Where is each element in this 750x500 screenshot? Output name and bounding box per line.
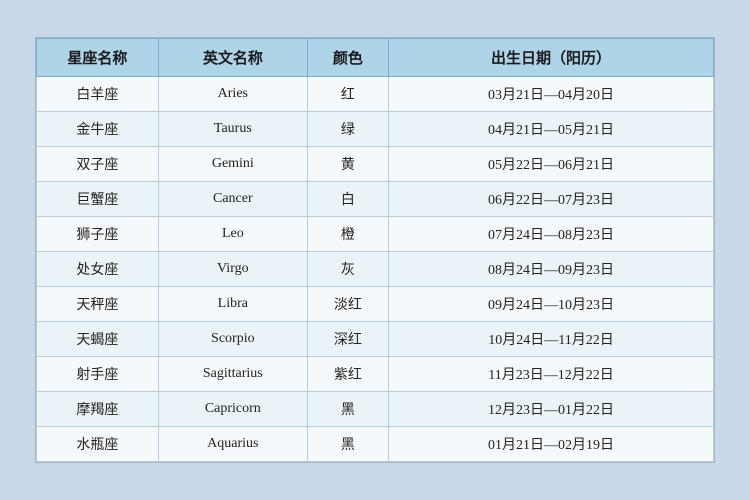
cell-color: 深红 bbox=[307, 322, 388, 357]
table-row: 水瓶座Aquarius黑01月21日—02月19日 bbox=[37, 427, 714, 462]
header-date: 出生日期（阳历） bbox=[389, 39, 714, 77]
cell-color: 黑 bbox=[307, 427, 388, 462]
cell-color: 红 bbox=[307, 77, 388, 112]
cell-date: 09月24日—10月23日 bbox=[389, 287, 714, 322]
cell-color: 灰 bbox=[307, 252, 388, 287]
cell-date: 07月24日—08月23日 bbox=[389, 217, 714, 252]
cell-chinese: 天秤座 bbox=[37, 287, 159, 322]
cell-chinese: 摩羯座 bbox=[37, 392, 159, 427]
cell-english: Aquarius bbox=[158, 427, 307, 462]
cell-english: Aries bbox=[158, 77, 307, 112]
cell-chinese: 射手座 bbox=[37, 357, 159, 392]
cell-chinese: 水瓶座 bbox=[37, 427, 159, 462]
cell-color: 黑 bbox=[307, 392, 388, 427]
table-header-row: 星座名称 英文名称 颜色 出生日期（阳历） bbox=[37, 39, 714, 77]
cell-chinese: 双子座 bbox=[37, 147, 159, 182]
cell-chinese: 白羊座 bbox=[37, 77, 159, 112]
cell-english: Capricorn bbox=[158, 392, 307, 427]
cell-english: Cancer bbox=[158, 182, 307, 217]
cell-chinese: 处女座 bbox=[37, 252, 159, 287]
cell-color: 橙 bbox=[307, 217, 388, 252]
header-chinese: 星座名称 bbox=[37, 39, 159, 77]
cell-english: Taurus bbox=[158, 112, 307, 147]
cell-english: Virgo bbox=[158, 252, 307, 287]
cell-english: Leo bbox=[158, 217, 307, 252]
table-row: 摩羯座Capricorn黑12月23日—01月22日 bbox=[37, 392, 714, 427]
table-row: 巨蟹座Cancer白06月22日—07月23日 bbox=[37, 182, 714, 217]
zodiac-table: 星座名称 英文名称 颜色 出生日期（阳历） 白羊座Aries红03月21日—04… bbox=[36, 38, 714, 462]
cell-date: 08月24日—09月23日 bbox=[389, 252, 714, 287]
table-row: 白羊座Aries红03月21日—04月20日 bbox=[37, 77, 714, 112]
cell-date: 12月23日—01月22日 bbox=[389, 392, 714, 427]
table-row: 天秤座Libra淡红09月24日—10月23日 bbox=[37, 287, 714, 322]
table-row: 狮子座Leo橙07月24日—08月23日 bbox=[37, 217, 714, 252]
cell-chinese: 天蝎座 bbox=[37, 322, 159, 357]
cell-color: 绿 bbox=[307, 112, 388, 147]
cell-english: Gemini bbox=[158, 147, 307, 182]
table-body: 白羊座Aries红03月21日—04月20日金牛座Taurus绿04月21日—0… bbox=[37, 77, 714, 462]
header-color: 颜色 bbox=[307, 39, 388, 77]
cell-date: 10月24日—11月22日 bbox=[389, 322, 714, 357]
cell-date: 01月21日—02月19日 bbox=[389, 427, 714, 462]
cell-english: Scorpio bbox=[158, 322, 307, 357]
table-row: 处女座Virgo灰08月24日—09月23日 bbox=[37, 252, 714, 287]
zodiac-table-container: 星座名称 英文名称 颜色 出生日期（阳历） 白羊座Aries红03月21日—04… bbox=[35, 37, 715, 463]
cell-chinese: 巨蟹座 bbox=[37, 182, 159, 217]
table-row: 天蝎座Scorpio深红10月24日—11月22日 bbox=[37, 322, 714, 357]
table-row: 金牛座Taurus绿04月21日—05月21日 bbox=[37, 112, 714, 147]
cell-date: 11月23日—12月22日 bbox=[389, 357, 714, 392]
cell-english: Libra bbox=[158, 287, 307, 322]
cell-english: Sagittarius bbox=[158, 357, 307, 392]
cell-color: 紫红 bbox=[307, 357, 388, 392]
cell-color: 白 bbox=[307, 182, 388, 217]
table-row: 射手座Sagittarius紫红11月23日—12月22日 bbox=[37, 357, 714, 392]
cell-color: 黄 bbox=[307, 147, 388, 182]
cell-date: 05月22日—06月21日 bbox=[389, 147, 714, 182]
cell-date: 03月21日—04月20日 bbox=[389, 77, 714, 112]
header-english: 英文名称 bbox=[158, 39, 307, 77]
cell-date: 06月22日—07月23日 bbox=[389, 182, 714, 217]
cell-color: 淡红 bbox=[307, 287, 388, 322]
cell-chinese: 金牛座 bbox=[37, 112, 159, 147]
cell-chinese: 狮子座 bbox=[37, 217, 159, 252]
table-row: 双子座Gemini黄05月22日—06月21日 bbox=[37, 147, 714, 182]
cell-date: 04月21日—05月21日 bbox=[389, 112, 714, 147]
